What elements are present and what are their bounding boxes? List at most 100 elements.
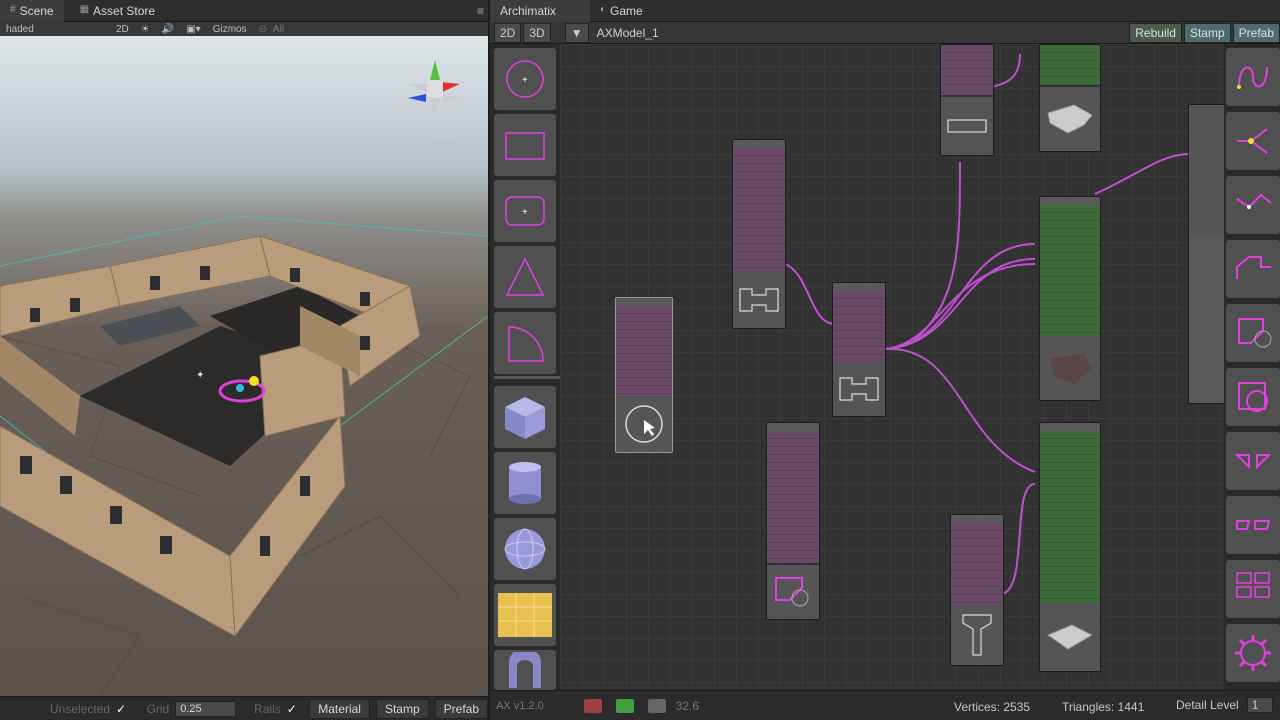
tab-archimatix[interactable]: Archimatix bbox=[490, 0, 590, 22]
cube-mesh-button[interactable] bbox=[494, 386, 556, 448]
scene-panel: # Scene ▦ Asset Store ≡ haded 2D ☀ 🔊 ▣▾ … bbox=[0, 0, 488, 720]
node-thumbnail bbox=[1040, 603, 1100, 671]
node-thumbnail bbox=[941, 97, 993, 155]
column-thumbnail-icon bbox=[962, 614, 992, 656]
step-shape-button[interactable] bbox=[1226, 240, 1280, 298]
cylinder-mesh-button[interactable] bbox=[494, 452, 556, 514]
shape-distributor-node[interactable] bbox=[766, 422, 820, 620]
merged-shape-thumbnail-icon bbox=[839, 377, 879, 401]
grid-size-input[interactable]: 0.25 bbox=[175, 700, 237, 717]
node-graph-canvas[interactable] bbox=[560, 44, 1224, 690]
shading-mode-dropdown[interactable]: haded bbox=[0, 24, 110, 35]
node-parameters[interactable] bbox=[951, 523, 1003, 605]
cube-mesh-icon bbox=[505, 397, 545, 439]
rails-checkbox[interactable]: ✓ bbox=[287, 703, 298, 715]
mirror-shape-button[interactable] bbox=[1226, 432, 1280, 490]
rounded-rectangle-shape-button[interactable]: + bbox=[494, 180, 556, 242]
layout-toggle-icon[interactable] bbox=[647, 698, 666, 713]
rebuild-button[interactable]: Rebuild bbox=[1129, 23, 1182, 43]
toolbar-actions: Rebuild Stamp Prefab bbox=[1125, 23, 1280, 43]
rectangle-thumbnail-icon bbox=[947, 119, 987, 133]
curve-shape-button[interactable] bbox=[1226, 48, 1280, 106]
node-parameters[interactable] bbox=[767, 431, 819, 563]
node-title bbox=[1040, 423, 1100, 431]
node-parameters[interactable] bbox=[833, 291, 885, 363]
column-node[interactable] bbox=[950, 514, 1004, 666]
branch-shape-button[interactable] bbox=[1226, 112, 1280, 170]
scene-viewport[interactable]: ✦ Persp bbox=[0, 36, 488, 696]
model-dropdown-icon[interactable]: ▼ bbox=[564, 22, 589, 43]
effects-dropdown-icon[interactable]: ▣▾ bbox=[180, 24, 206, 35]
sphere-mesh-button[interactable] bbox=[494, 518, 556, 580]
prefab-button[interactable]: Prefab bbox=[434, 698, 488, 719]
gizmos-dropdown[interactable]: Gizmos bbox=[207, 24, 253, 35]
tab-game[interactable]: ◐ Game bbox=[590, 0, 653, 22]
projection-label[interactable]: Persp bbox=[430, 132, 456, 143]
orientation-gizmo-icon[interactable] bbox=[400, 54, 470, 124]
2d-toggle-button[interactable]: 2D bbox=[110, 24, 135, 35]
store-icon: ▦ bbox=[79, 4, 90, 15]
shape-node[interactable] bbox=[732, 139, 786, 329]
shape-merger-node[interactable] bbox=[832, 282, 886, 417]
node-parameters[interactable] bbox=[941, 45, 993, 95]
extrude-node-bottom[interactable] bbox=[1039, 422, 1101, 672]
slab-thumbnail-icon bbox=[1046, 624, 1094, 650]
lshape-pair-icon bbox=[1236, 520, 1271, 530]
stamp-button[interactable]: Stamp bbox=[1183, 23, 1231, 43]
node-parameters[interactable] bbox=[733, 148, 785, 272]
node-parameters[interactable] bbox=[1040, 205, 1100, 337]
rounded-rectangle-shape-icon: + bbox=[505, 196, 545, 226]
arch-mesh-button[interactable] bbox=[494, 650, 556, 690]
lshape-pair-button[interactable] bbox=[1226, 496, 1280, 554]
2d-mode-button[interactable]: 2D bbox=[494, 22, 522, 43]
color-toggle-icon[interactable] bbox=[615, 698, 634, 713]
node-parameters[interactable] bbox=[1040, 45, 1100, 85]
tab-label: Game bbox=[610, 4, 643, 18]
scene-search-input[interactable]: ⊙ All bbox=[253, 24, 297, 35]
rectangle-shape-button[interactable] bbox=[494, 114, 556, 176]
tab-asset-store[interactable]: ▦ Asset Store bbox=[70, 0, 165, 22]
rectangle-node[interactable] bbox=[940, 44, 994, 156]
node-title bbox=[616, 298, 672, 306]
polygon-node[interactable] bbox=[1039, 196, 1101, 401]
node-parameters[interactable] bbox=[1040, 431, 1100, 603]
audio-toggle-icon[interactable]: 🔊 bbox=[156, 24, 180, 35]
3d-mode-button[interactable]: 3D bbox=[523, 22, 551, 43]
scene-status-bar: Unselected ✓ Grid 0.25 Rails ✓ Material … bbox=[0, 696, 488, 720]
node-parameters[interactable] bbox=[1189, 105, 1224, 235]
rails-label: Rails bbox=[254, 701, 281, 716]
concentric-shape-button[interactable] bbox=[1226, 368, 1280, 426]
detail-level-input[interactable]: 1 bbox=[1246, 697, 1273, 713]
extrude-node-top[interactable] bbox=[1039, 44, 1101, 152]
spline-shape-button[interactable] bbox=[1226, 176, 1280, 234]
circle-shape-button[interactable]: + bbox=[494, 48, 556, 110]
grid-shape-button[interactable] bbox=[1226, 560, 1280, 618]
prefab-button[interactable]: Prefab bbox=[1232, 23, 1280, 43]
stamp-button[interactable]: Stamp bbox=[375, 698, 429, 719]
grid-label: Grid bbox=[146, 701, 170, 716]
offset-shape-thumbnail-icon bbox=[775, 577, 809, 607]
grid-toggle-icon[interactable] bbox=[583, 698, 602, 713]
tab-menu-icon[interactable]: ≡ bbox=[477, 4, 484, 18]
circle-node[interactable] bbox=[615, 297, 673, 453]
material-button[interactable]: Material bbox=[309, 698, 370, 719]
tab-scene[interactable]: # Scene bbox=[0, 0, 64, 22]
detail-label-text: Detail Level bbox=[1176, 698, 1239, 712]
model-name: AXModel_1 bbox=[596, 25, 659, 40]
arc-shape-button[interactable] bbox=[494, 312, 556, 374]
gear-shape-button[interactable] bbox=[1226, 624, 1280, 682]
grouper-node[interactable] bbox=[1188, 104, 1224, 404]
plane-mesh-button[interactable] bbox=[494, 584, 556, 646]
node-parameters[interactable] bbox=[616, 306, 672, 396]
lighting-toggle-icon[interactable]: ☀ bbox=[135, 24, 156, 35]
unselected-checkbox[interactable]: ✓ bbox=[116, 703, 127, 715]
building-render: ✦ bbox=[0, 215, 488, 696]
spline-shape-icon bbox=[1236, 193, 1272, 209]
branch-shape-icon bbox=[1237, 128, 1268, 154]
triangle-shape-button[interactable] bbox=[494, 246, 556, 308]
game-icon: ◐ bbox=[600, 4, 607, 15]
search-placeholder: All bbox=[272, 23, 285, 35]
offset-shape-button[interactable] bbox=[1226, 304, 1280, 362]
grid-shape-icon bbox=[1236, 572, 1270, 598]
arc-shape-icon bbox=[508, 326, 544, 362]
